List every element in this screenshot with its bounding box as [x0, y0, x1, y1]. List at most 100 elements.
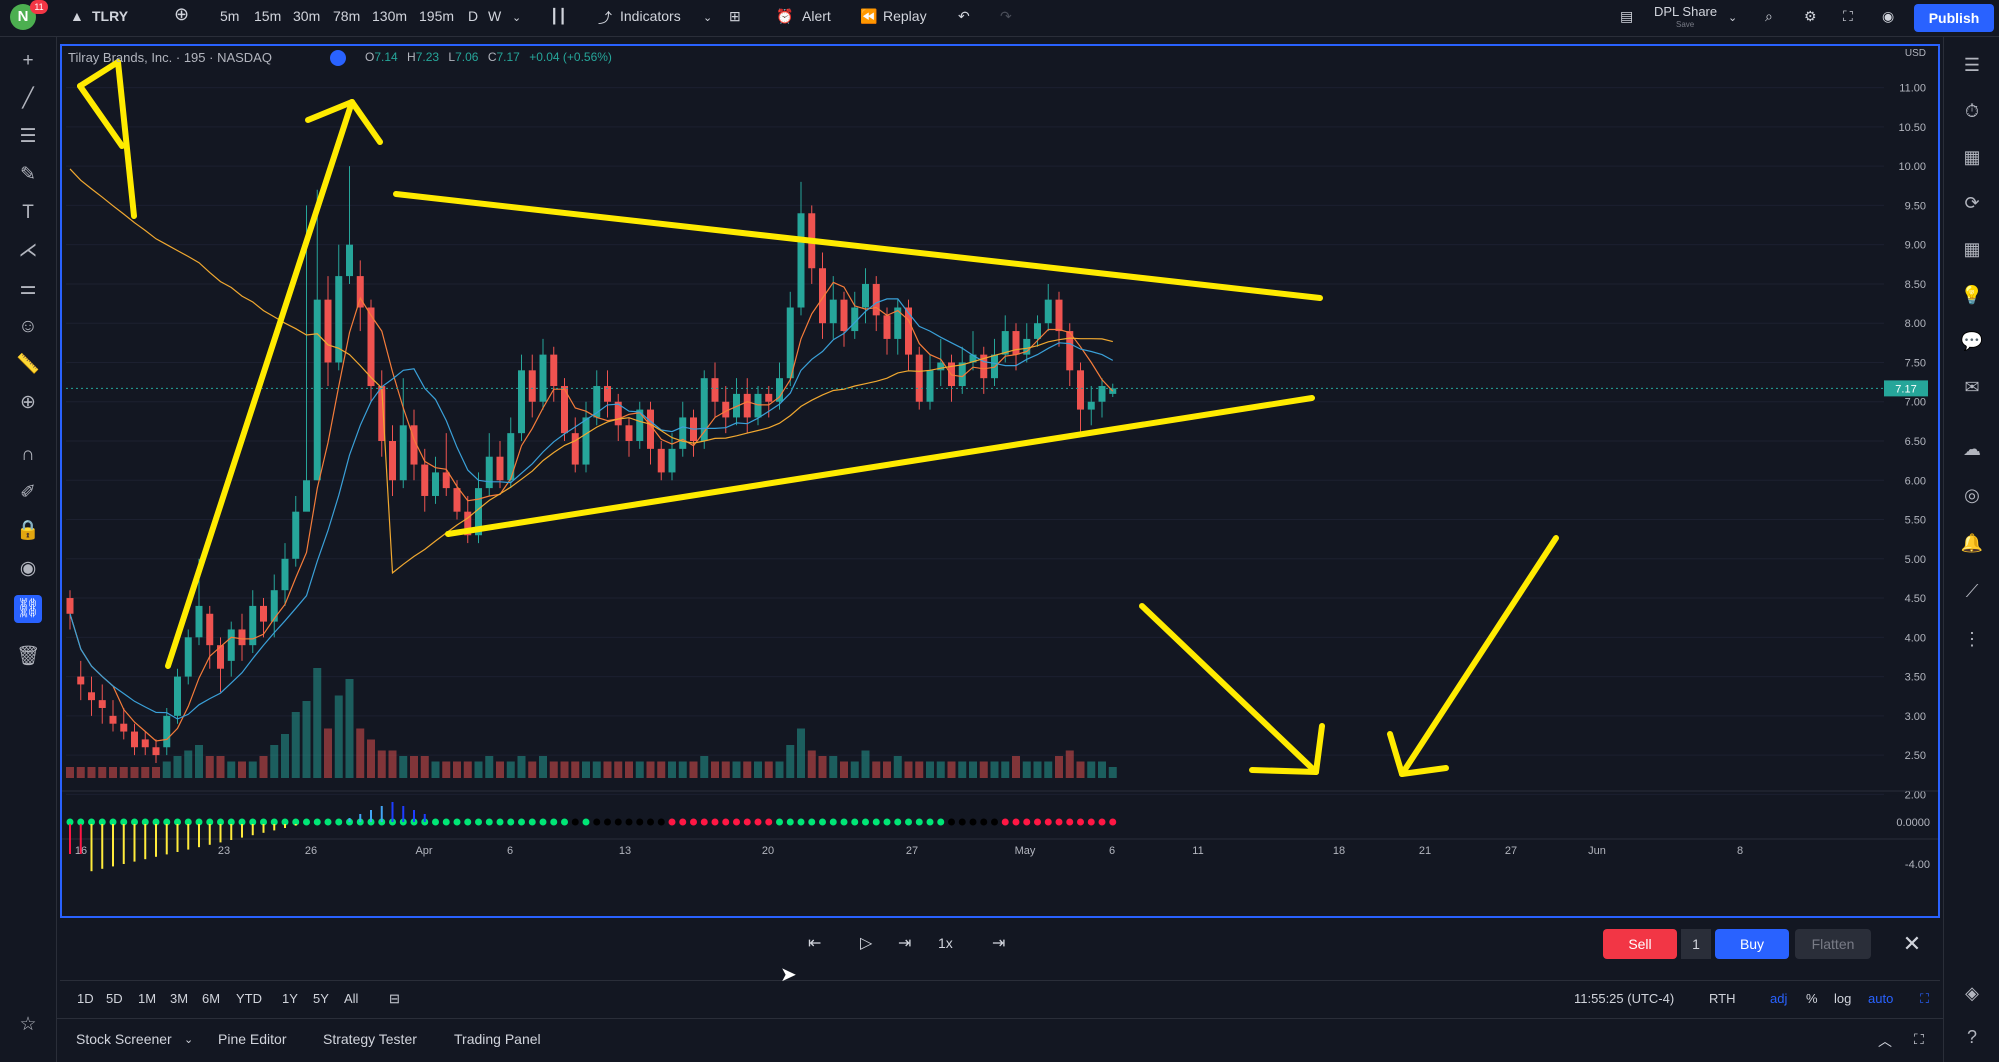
interval-w[interactable]: W — [488, 8, 501, 24]
interval-5m[interactable]: 5m — [220, 8, 239, 24]
link-icon[interactable]: ⛓ — [14, 595, 42, 623]
news-icon[interactable]: ▦ — [1958, 143, 1986, 171]
star-icon[interactable]: ☆ — [14, 1011, 42, 1039]
symbol-search-icon[interactable]: ▲ — [70, 8, 84, 24]
chart-pane[interactable]: 11.00 10.50 10.00 9.50 9.00 8.50 8.00 7.50 7.00 6… — [60, 44, 1940, 918]
tab-pine-editor[interactable]: Pine Editor — [218, 1031, 286, 1047]
replay-icon[interactable]: ⏪ — [860, 8, 877, 25]
chevron-down-icon[interactable]: ⌄ — [703, 11, 712, 24]
step-forward-icon[interactable]: ⇥ — [898, 933, 911, 953]
undo-icon[interactable]: ↶ — [958, 8, 970, 25]
close-icon[interactable]: ✕ — [1898, 929, 1926, 959]
log-toggle[interactable]: log — [1834, 991, 1851, 1006]
alert-button[interactable]: Alert — [802, 8, 831, 24]
auto-toggle[interactable]: auto — [1868, 991, 1893, 1006]
range-all[interactable]: All — [344, 991, 358, 1006]
interval-30m[interactable]: 30m — [293, 8, 320, 24]
jump-to-realtime-icon[interactable]: ⇥ — [992, 933, 1005, 953]
chevron-down-icon[interactable]: ⌄ — [512, 11, 521, 24]
broadcast-icon[interactable]: ◎ — [1958, 481, 1986, 509]
crosshair-icon[interactable]: + — [14, 47, 42, 75]
indicators-icon[interactable]: ⤴ — [598, 8, 612, 28]
lightbulb-icon[interactable]: 💡 — [1958, 281, 1986, 309]
trend-line-icon[interactable]: ╱ — [14, 85, 42, 113]
replay-speed[interactable]: 1x — [938, 935, 953, 951]
calendar-icon[interactable]: ▦ — [1958, 235, 1986, 263]
pattern-icon[interactable]: ⋌ — [14, 237, 42, 265]
help-icon[interactable]: ? — [1958, 1023, 1986, 1051]
prediction-icon[interactable]: ⚌ — [14, 275, 42, 303]
replay-indicator-icon[interactable] — [330, 50, 346, 66]
candle-style-icon[interactable]: ┃┃ — [550, 8, 567, 25]
horizontal-lines-icon[interactable]: ☰ — [14, 123, 42, 151]
fullscreen-icon[interactable]: ⛶ — [1843, 8, 1853, 25]
emoji-icon[interactable]: ☺ — [14, 313, 42, 341]
refresh-icon[interactable]: ⟳ — [1958, 189, 1986, 217]
layout-icon[interactable]: ▤ — [1620, 8, 1633, 25]
alerts-clock-icon[interactable]: ⏱ — [1958, 97, 1986, 125]
price-chart[interactable]: 11.00 10.50 10.00 9.50 9.00 8.50 8.00 7.50 7.00 6… — [62, 46, 1938, 916]
redo-icon[interactable]: ↷ — [1000, 8, 1012, 25]
interval-15m[interactable]: 15m — [254, 8, 281, 24]
quantity-field[interactable]: 1 — [1681, 929, 1711, 959]
trash-icon[interactable]: 🗑 — [14, 643, 42, 671]
tab-stock-screener[interactable]: Stock Screener — [76, 1031, 172, 1047]
ideas-icon[interactable]: ☁ — [1958, 435, 1986, 463]
chevron-up-icon[interactable]: ︿ — [1878, 1031, 1892, 1051]
tab-trading-panel[interactable]: Trading Panel — [454, 1031, 541, 1047]
text-icon[interactable]: T — [14, 199, 42, 227]
publish-button[interactable]: Publish — [1914, 4, 1994, 32]
adj-toggle[interactable]: adj — [1770, 991, 1787, 1006]
range-5y[interactable]: 5Y — [313, 991, 329, 1006]
replay-button[interactable]: Replay — [883, 8, 927, 24]
range-1m[interactable]: 1M — [138, 991, 156, 1006]
notes-icon[interactable]: ✉ — [1958, 373, 1986, 401]
chart-line-icon[interactable]: ⟋ — [1958, 577, 1986, 605]
bell-icon[interactable]: 🔔 — [1958, 529, 1986, 557]
eye-icon[interactable]: ◉ — [14, 555, 42, 583]
sell-button[interactable]: Sell — [1603, 929, 1677, 959]
search-icon[interactable]: ⌕ — [1765, 8, 1773, 25]
flatten-button[interactable]: Flatten — [1795, 929, 1871, 959]
layout-name[interactable]: DPL Share — [1654, 4, 1717, 19]
range-ytd[interactable]: YTD — [236, 991, 262, 1006]
alarm-clock-icon[interactable]: ⏰ — [776, 8, 793, 25]
zoom-in-icon[interactable]: ⊕ — [14, 389, 42, 417]
play-icon[interactable]: ▷ — [860, 933, 872, 953]
range-1d[interactable]: 1D — [77, 991, 94, 1006]
range-1y[interactable]: 1Y — [282, 991, 298, 1006]
indicators-button[interactable]: Indicators — [620, 8, 681, 24]
drag-grip-icon[interactable]: ⋮ — [1958, 625, 1986, 653]
gear-icon[interactable]: ⚙ — [1804, 8, 1817, 25]
chevron-down-icon[interactable]: ⌄ — [184, 1033, 193, 1046]
watchlist-icon[interactable]: ☰ — [1958, 51, 1986, 79]
range-5d[interactable]: 5D — [106, 991, 123, 1006]
ruler-icon[interactable]: 📏 — [14, 351, 42, 379]
interval-195m[interactable]: 195m — [419, 8, 454, 24]
symbol-name[interactable]: TLRY — [92, 8, 128, 24]
templates-icon[interactable]: ⊞ — [729, 8, 741, 25]
session-rth[interactable]: RTH — [1709, 991, 1735, 1006]
range-6m[interactable]: 6M — [202, 991, 220, 1006]
lock-icon[interactable]: 🔒 — [14, 517, 42, 545]
tab-strategy-tester[interactable]: Strategy Tester — [323, 1031, 417, 1047]
interval-d[interactable]: D — [468, 8, 478, 24]
chart-legend-title[interactable]: Tilray Brands, Inc. · 195 · NASDAQ — [68, 50, 272, 65]
range-3m[interactable]: 3M — [170, 991, 188, 1006]
clock-time[interactable]: 11:55:25 (UTC-4) — [1574, 991, 1674, 1006]
chevron-down-icon[interactable]: ⌄ — [1728, 11, 1737, 24]
layout-save-label[interactable]: Save — [1676, 20, 1694, 29]
chat-icon[interactable]: 💬 — [1958, 327, 1986, 355]
interval-130m[interactable]: 130m — [372, 8, 407, 24]
layers-icon[interactable]: ◈ — [1958, 979, 1986, 1007]
screen-icon[interactable]: ⛶ — [1920, 991, 1929, 1007]
camera-icon[interactable]: ◉ — [1882, 8, 1894, 25]
pencil-lock-icon[interactable]: ✐ — [14, 479, 42, 507]
magnet-icon[interactable]: ∩ — [14, 441, 42, 469]
compare-symbol-icon[interactable]: ⊕ — [174, 4, 189, 25]
buy-button[interactable]: Buy — [1715, 929, 1789, 959]
maximize-panel-icon[interactable]: ⛶ — [1914, 1031, 1924, 1048]
brush-icon[interactable]: ✎ — [14, 161, 42, 189]
interval-78m[interactable]: 78m — [333, 8, 360, 24]
select-bar-icon[interactable]: ⇤ — [808, 933, 821, 953]
